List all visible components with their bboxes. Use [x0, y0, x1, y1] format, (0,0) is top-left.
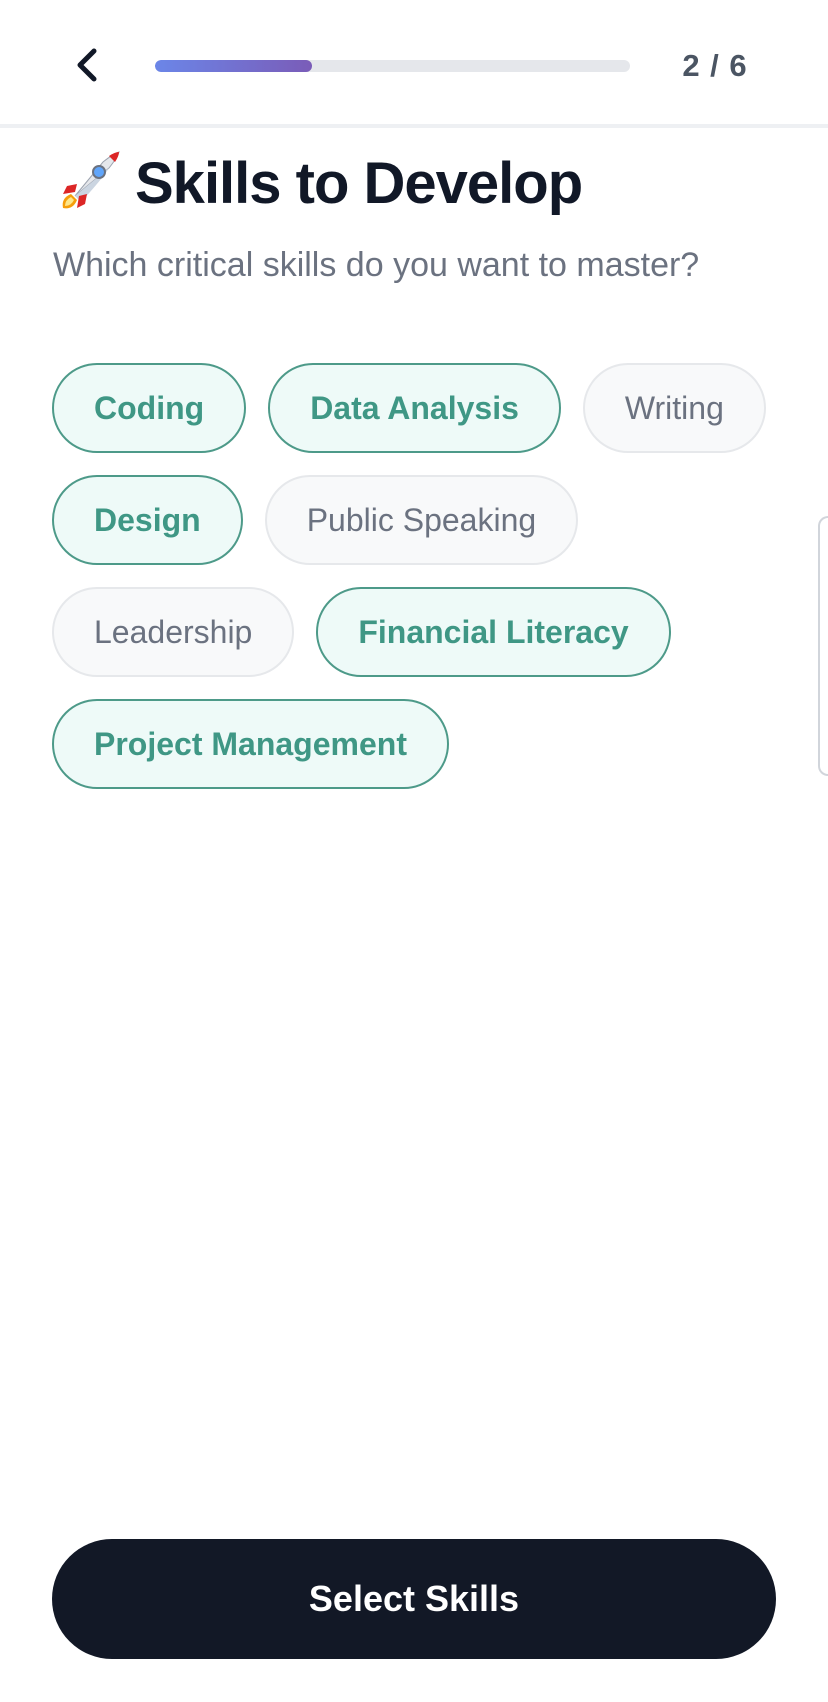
- rocket-icon: [62, 151, 120, 209]
- skill-chip-public-speaking[interactable]: Public Speaking: [264, 475, 579, 565]
- skill-chip-coding[interactable]: Coding: [52, 363, 247, 453]
- progress-bar: [155, 60, 630, 72]
- progress-bar-fill: [155, 60, 312, 72]
- skill-chip-project-management[interactable]: Project Management: [52, 699, 449, 789]
- chip-row: Project Management: [52, 699, 772, 789]
- top-bar: 2 / 6: [0, 0, 828, 128]
- skill-chip-design[interactable]: Design: [52, 475, 243, 565]
- skills-chip-group: Coding Data Analysis Writing Design Publ…: [52, 363, 772, 811]
- select-skills-button[interactable]: Select Skills: [52, 1539, 776, 1659]
- skill-chip-financial-literacy[interactable]: Financial Literacy: [316, 587, 671, 677]
- skill-chip-writing[interactable]: Writing: [582, 363, 766, 453]
- edge-panel-handle[interactable]: [818, 516, 828, 776]
- page-title: Skills to Develop: [135, 150, 583, 216]
- skill-chip-leadership[interactable]: Leadership: [52, 587, 295, 677]
- step-counter: 2 / 6: [682, 48, 748, 83]
- skill-chip-data-analysis[interactable]: Data Analysis: [268, 363, 561, 453]
- chip-row: Leadership Financial Literacy: [52, 587, 772, 677]
- chip-row: Coding Data Analysis Writing: [52, 363, 772, 453]
- title-row: Skills to Develop: [53, 148, 583, 218]
- page-subtitle: Which critical skills do you want to mas…: [53, 246, 700, 284]
- back-button[interactable]: [60, 38, 114, 92]
- chip-row: Design Public Speaking: [52, 475, 772, 565]
- chevron-left-icon: [77, 48, 97, 82]
